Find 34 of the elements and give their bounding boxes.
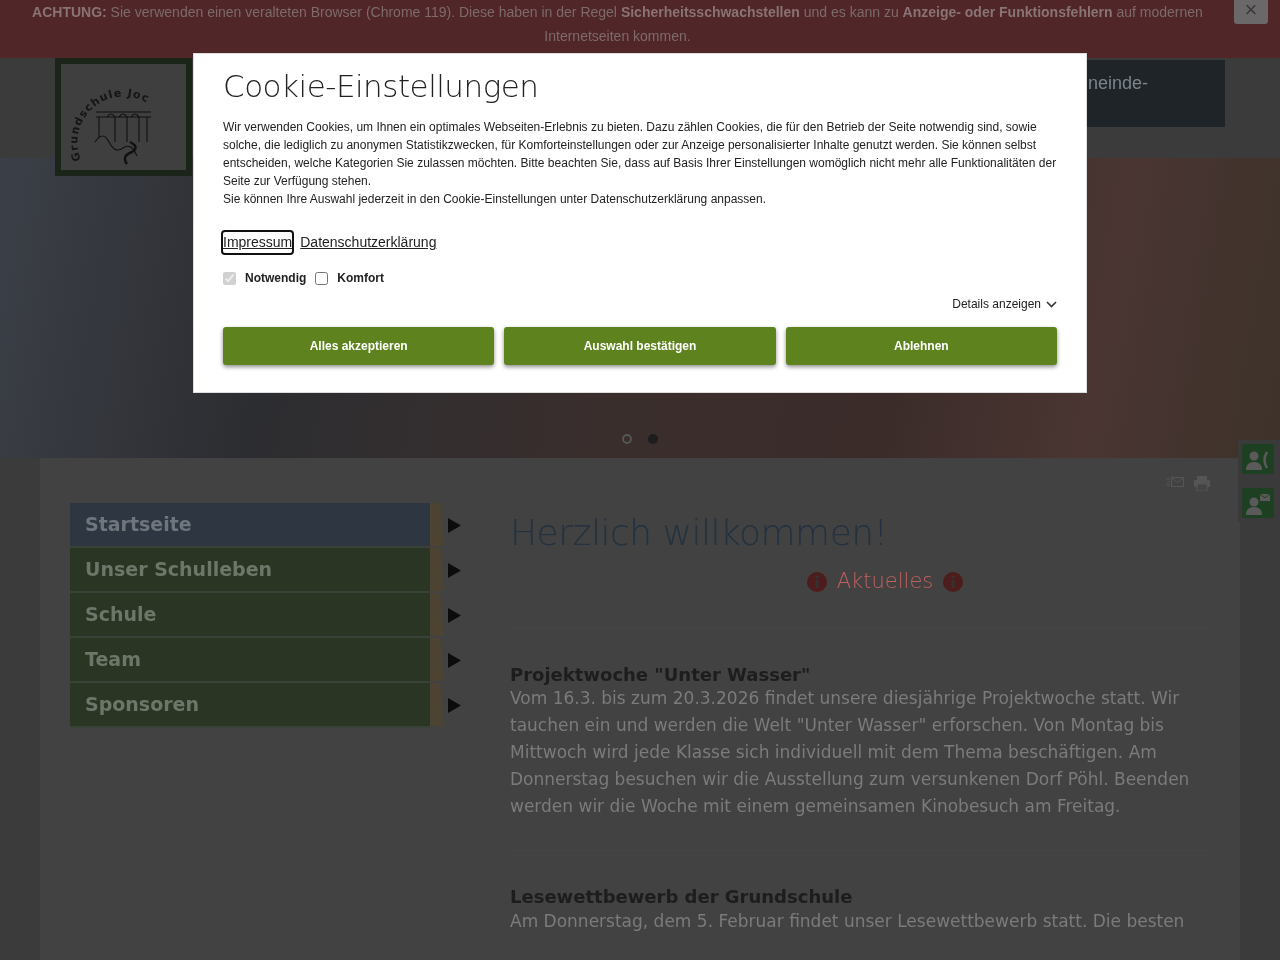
dialog-title: Cookie-Einstellungen (223, 68, 540, 106)
dialog-button[interactable]: Auswahl bestätigen (504, 327, 776, 366)
arrow-icon (430, 683, 462, 728)
carousel-dot[interactable] (648, 434, 658, 444)
news-text: Am Donnerstag, dem 5. Februar findet unser Lesewettbewerb statt. Die besten (510, 909, 1186, 933)
nav-item[interactable]: Unser Schulleben (70, 548, 430, 593)
details-link[interactable]: Details anzeigen (952, 295, 1041, 314)
nav-item[interactable]: Schule (70, 593, 430, 638)
checkbox-label: Komfort (337, 270, 384, 288)
chevron-down-icon (1046, 300, 1057, 308)
section-title: Aktuelles (836, 568, 934, 596)
dialog-button[interactable]: Alles akzeptieren (223, 327, 495, 366)
cookie-text: Wir verwenden Cookies, um Ihnen ein optimales Webseiten-Erlebnis zu bieten. Dazu zählen Cookies, die für den Betrieb der Seite notwendig sind, sowie solche, die lediglich zu anonymen Statistikzwecken, für Komforteinstellungen oder zur Anzeige personalisierter Inhalte genutzt werden. Sie können selbst entscheiden, welche Kategorien Sie zulassen möchten. Bitte beachten Sie, dass auf Basis Ihrer Einstellungen womöglich nicht mehr alle Funktionalitäten der Seite zur Verfügung stehen. (223, 119, 1057, 191)
contact-phone-icon[interactable] (1242, 444, 1274, 474)
footer-link[interactable]: Datenschutzerklärung (300, 232, 437, 254)
info-icon (806, 571, 827, 592)
contact-mail-icon[interactable] (1242, 488, 1274, 518)
news-text: Vom 16.3. bis zum 20.3.2026 findet unsere diesjährige Projektwoche statt. Wir tauchen ein und werden die Welt "Unter Wasser" erforschen. Von Montag bis Mittwoch wird jede Klasse sich individuell mit dem Thema beschäftigen. Am Donnerstag besuchen wir die Ausstellung zum versunkenen Dorf Pöhl. Beenden werden wir die Woche mit einem gemeinsamen Kinobesuch am Freitag. (510, 687, 1191, 819)
arrow-icon (430, 593, 462, 638)
nav-item[interactable]: Startseite (70, 503, 430, 548)
carousel-dot[interactable] (622, 434, 632, 444)
nav-item[interactable]: Sponsoren (70, 683, 430, 728)
checkbox-label: Notwendig (245, 270, 307, 288)
nav-item[interactable]: Team (70, 638, 430, 683)
footer-link[interactable]: Impressum (223, 232, 293, 254)
dialog-button[interactable]: Ablehnen (785, 327, 1057, 366)
arrow-icon (430, 548, 462, 593)
header-link[interactable]: neinde- (1085, 60, 1225, 127)
info-icon (943, 571, 964, 592)
browser-warning-text: ACHTUNG: Sie verwenden einen veralteten Browser (Chrome 119). Diese haben in der Regel Sicherheitsschwachstellen und es kann zu Anzeige- oder Funktionsfehlern auf modernen Internetseiten kommen. (32, 4, 1203, 44)
arrow-icon (430, 638, 462, 683)
arrow-icon (430, 503, 462, 548)
checkbox[interactable] (315, 271, 329, 285)
cookie-text: Sie können Ihre Auswahl jederzeit in den Cookie-Einstellungen unter Datenschutzerklärung anpassen. (223, 191, 767, 209)
